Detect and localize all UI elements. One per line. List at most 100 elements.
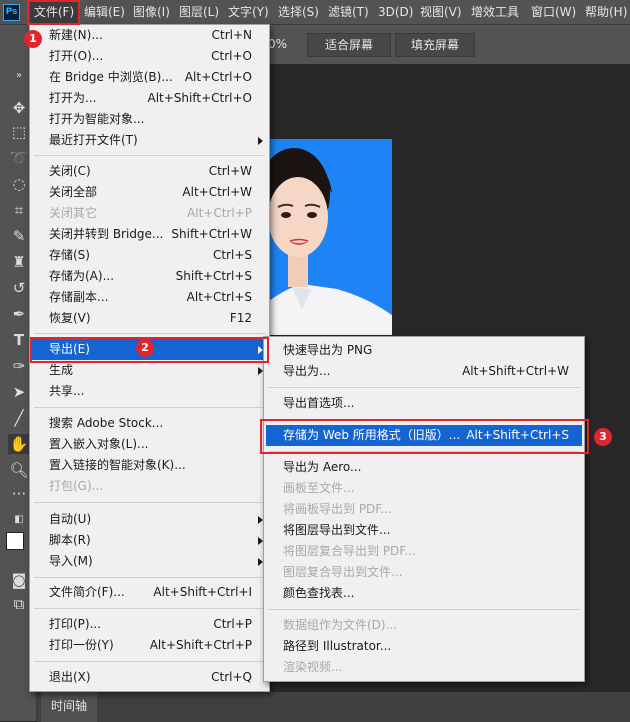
menu-item-search-stock[interactable]: 搜索 Adobe Stock... bbox=[30, 413, 269, 434]
move-tool-icon[interactable]: ✥ bbox=[8, 98, 30, 118]
menu-item-export-as[interactable]: 导出为... Alt+Shift+Ctrl+W bbox=[264, 361, 584, 382]
more-tools-icon[interactable]: ··· bbox=[8, 484, 30, 504]
menu-help[interactable]: 帮助(H) bbox=[585, 0, 627, 24]
brush-tool-icon[interactable]: ✎ bbox=[8, 226, 30, 246]
menu-separator bbox=[34, 661, 265, 662]
menu-item-import[interactable]: 导入(M) bbox=[30, 551, 269, 572]
menu-item-close-all[interactable]: 关闭全部 Alt+Ctrl+W bbox=[30, 182, 269, 203]
menu-item-color-lookup-tables[interactable]: 颜色查找表... bbox=[264, 583, 584, 604]
menu-item-render-video: 渲染视频... bbox=[264, 657, 584, 678]
timeline-tab[interactable]: 时间轴 bbox=[41, 692, 97, 722]
menu-3d[interactable]: 3D(D) bbox=[378, 0, 413, 24]
menu-item-label: 快速导出为 PNG bbox=[283, 343, 373, 357]
menu-image[interactable]: 图像(I) bbox=[133, 0, 170, 24]
timeline-panel: 时间轴 bbox=[37, 691, 630, 722]
menu-item-print-one-copy[interactable]: 打印一份(Y) Alt+Shift+Ctrl+P bbox=[30, 635, 269, 656]
type-tool-icon[interactable]: T bbox=[8, 330, 30, 350]
menu-item-place-linked[interactable]: 置入链接的智能对象(K)... bbox=[30, 455, 269, 476]
menu-item-generate[interactable]: 生成 bbox=[30, 360, 269, 381]
menu-item-shortcut: Ctrl+S bbox=[212, 248, 252, 262]
panel-collapse-icon[interactable]: » bbox=[8, 66, 30, 86]
menu-filter[interactable]: 滤镜(T) bbox=[328, 0, 369, 24]
menu-window[interactable]: 窗口(W) bbox=[531, 0, 576, 24]
swap-colors-icon[interactable]: ◧ bbox=[8, 510, 30, 530]
menu-item-label: 打印一份(Y) bbox=[49, 638, 114, 652]
menu-item-label: 置入嵌入对象(L)... bbox=[49, 437, 149, 451]
screen-mode-icon[interactable]: ⧉ bbox=[8, 594, 30, 614]
menu-item-place-embedded[interactable]: 置入嵌入对象(L)... bbox=[30, 434, 269, 455]
menu-item-save[interactable]: 存储(S) Ctrl+S bbox=[30, 245, 269, 266]
menu-item-label: 存储副本... bbox=[49, 290, 109, 304]
menu-plugins[interactable]: 增效工具 bbox=[471, 0, 519, 24]
menu-item-shortcut: Ctrl+O bbox=[211, 49, 252, 63]
menu-select[interactable]: 选择(S) bbox=[278, 0, 319, 24]
menu-item-label: 新建(N)... bbox=[49, 28, 103, 42]
zoom-tool-icon[interactable]: 🔍︎ bbox=[8, 460, 30, 480]
lasso-tool-icon[interactable]: ➰ bbox=[8, 148, 30, 168]
menu-item-scripts[interactable]: 脚本(R) bbox=[30, 530, 269, 551]
selection-arrow-tool-icon[interactable]: ➤ bbox=[8, 382, 30, 402]
quick-mask-icon[interactable]: ◙ bbox=[8, 570, 30, 590]
annotation-marker-2: 2 bbox=[136, 339, 154, 357]
stamp-tool-icon[interactable]: ♜ bbox=[8, 252, 30, 272]
menu-item-save-as[interactable]: 存储为(A)... Shift+Ctrl+S bbox=[30, 266, 269, 287]
menu-item-layer-comps-to-files: 图层复合导出到文件... bbox=[264, 562, 584, 583]
zoom-value[interactable]: 0% bbox=[268, 33, 287, 55]
menu-item-label: 图层复合导出到文件... bbox=[283, 565, 403, 579]
menu-item-quick-export-png[interactable]: 快速导出为 PNG bbox=[264, 340, 584, 361]
hand-tool-icon[interactable]: ✋ bbox=[8, 434, 30, 454]
marquee-tool-icon[interactable]: ⬚ bbox=[8, 122, 30, 142]
menu-item-close-go-bridge[interactable]: 关闭并转到 Bridge... Shift+Ctrl+W bbox=[30, 224, 269, 245]
menu-item-label: 关闭全部 bbox=[49, 185, 98, 199]
menu-item-save-copy[interactable]: 存储副本... Alt+Ctrl+S bbox=[30, 287, 269, 308]
menu-item-new[interactable]: 新建(N)... Ctrl+N bbox=[30, 25, 269, 46]
menu-item-label: 退出(X) bbox=[49, 670, 91, 684]
menu-item-label: 打开(O)... bbox=[49, 49, 104, 63]
menu-item-browse-bridge[interactable]: 在 Bridge 中浏览(B)... Alt+Ctrl+O bbox=[30, 67, 269, 88]
fit-screen-button[interactable]: 适合屏幕 bbox=[307, 33, 391, 57]
menu-item-shortcut: Shift+Ctrl+W bbox=[171, 227, 252, 241]
menu-separator bbox=[34, 608, 265, 609]
menu-item-label: 将图层导出到文件... bbox=[283, 523, 391, 537]
menu-item-layer-comps-to-pdf: 将图层复合导出到 PDF... bbox=[264, 541, 584, 562]
menu-item-close[interactable]: 关闭(C) Ctrl+W bbox=[30, 161, 269, 182]
menu-item-share[interactable]: 共享... bbox=[30, 381, 269, 402]
menu-item-label: 将画板导出到 PDF... bbox=[283, 502, 392, 516]
crop-tool-icon[interactable]: ⌗ bbox=[8, 200, 30, 220]
menu-item-shortcut: Alt+Ctrl+S bbox=[186, 290, 252, 304]
menu-item-label: 置入链接的智能对象(K)... bbox=[49, 458, 186, 472]
menu-item-export-preferences[interactable]: 导出首选项... bbox=[264, 393, 584, 414]
menu-item-revert[interactable]: 恢复(V) F12 bbox=[30, 308, 269, 329]
menu-type[interactable]: 文字(Y) bbox=[228, 0, 269, 24]
annotation-marker-1: 1 bbox=[24, 30, 42, 48]
menu-item-open[interactable]: 打开(O)... Ctrl+O bbox=[30, 46, 269, 67]
line-tool-icon[interactable]: ╱ bbox=[8, 408, 30, 428]
fill-screen-button[interactable]: 填充屏幕 bbox=[395, 33, 475, 57]
menu-item-recent-files[interactable]: 最近打开文件(T) bbox=[30, 130, 269, 151]
menu-item-exit[interactable]: 退出(X) Ctrl+Q bbox=[30, 667, 269, 688]
photoshop-logo-icon: Ps bbox=[3, 4, 20, 21]
menu-separator bbox=[34, 502, 265, 503]
menu-item-label: 打包(G)... bbox=[49, 479, 104, 493]
menu-item-label: 关闭并转到 Bridge... bbox=[49, 227, 164, 241]
menu-item-file-info[interactable]: 文件简介(F)... Alt+Shift+Ctrl+I bbox=[30, 582, 269, 603]
pen-tool-icon[interactable]: ✒ bbox=[8, 304, 30, 324]
menu-item-open-as[interactable]: 打开为... Alt+Shift+Ctrl+O bbox=[30, 88, 269, 109]
menu-view[interactable]: 视图(V) bbox=[420, 0, 462, 24]
menu-item-export-aero[interactable]: 导出为 Aero... bbox=[264, 457, 584, 478]
menu-edit[interactable]: 编辑(E) bbox=[84, 0, 125, 24]
quick-select-tool-icon[interactable]: ◌ bbox=[8, 174, 30, 194]
menu-item-label: 打印(P)... bbox=[49, 617, 102, 631]
menu-layer[interactable]: 图层(L) bbox=[179, 0, 219, 24]
menu-item-shortcut: Ctrl+Q bbox=[211, 670, 252, 684]
menu-item-automate[interactable]: 自动(U) bbox=[30, 509, 269, 530]
menu-item-shortcut: Alt+Shift+Ctrl+P bbox=[149, 638, 252, 652]
path-tool-icon[interactable]: ✑ bbox=[8, 356, 30, 376]
menu-item-paths-to-illustrator[interactable]: 路径到 Illustrator... bbox=[264, 636, 584, 657]
menu-item-print[interactable]: 打印(P)... Ctrl+P bbox=[30, 614, 269, 635]
menu-item-open-smart-object[interactable]: 打开为智能对象... bbox=[30, 109, 269, 130]
history-brush-tool-icon[interactable]: ↺ bbox=[8, 278, 30, 298]
menu-item-layers-to-files[interactable]: 将图层导出到文件... bbox=[264, 520, 584, 541]
foreground-color-swatch[interactable] bbox=[6, 532, 24, 550]
menu-item-label: 存储为(A)... bbox=[49, 269, 115, 283]
